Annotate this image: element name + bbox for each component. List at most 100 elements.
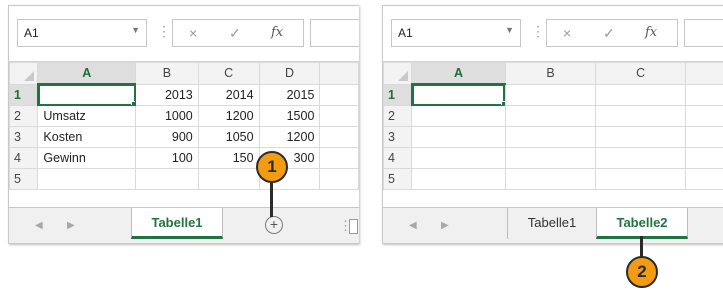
- row-header[interactable]: 3: [9, 126, 39, 148]
- formula-bar: A1 ▼ ⋮ × ✓ fx: [383, 6, 723, 62]
- tab-tabelle2[interactable]: Tabelle2: [596, 208, 688, 239]
- worksheet-grid: A B C 1 2 3 4 5: [383, 62, 723, 190]
- name-box[interactable]: A1 ▼: [391, 19, 521, 47]
- callout-2-pointer: [640, 236, 643, 258]
- cell[interactable]: [319, 105, 359, 127]
- table-row: 3 Kosten 900 1050 1200: [9, 126, 359, 148]
- table-row: 4: [383, 147, 723, 169]
- cancel-icon[interactable]: ×: [563, 25, 571, 41]
- row-header[interactable]: 1: [383, 83, 413, 106]
- cell[interactable]: [197, 168, 260, 190]
- cell[interactable]: [319, 168, 359, 190]
- chevron-down-icon[interactable]: ▼: [505, 25, 514, 35]
- cell[interactable]: [135, 168, 199, 190]
- column-header-a[interactable]: A: [37, 62, 137, 85]
- cell[interactable]: [595, 126, 687, 148]
- column-header-c[interactable]: C: [197, 62, 260, 85]
- cell[interactable]: Kosten: [37, 126, 137, 148]
- row-header[interactable]: 5: [9, 168, 39, 190]
- column-header-b[interactable]: B: [135, 62, 199, 85]
- plus-circle-icon[interactable]: +: [265, 216, 283, 234]
- cell[interactable]: [319, 126, 359, 148]
- excel-window-right: A1 ▼ ⋮ × ✓ fx A B C 1 2 3 4 5 ◀ ▶ Tabell…: [382, 5, 723, 244]
- cell[interactable]: [685, 126, 723, 148]
- column-header-a[interactable]: A: [411, 62, 506, 85]
- active-cell[interactable]: [411, 83, 506, 106]
- column-header-b[interactable]: B: [504, 62, 597, 85]
- table-row: 2: [383, 105, 723, 127]
- column-header-e[interactable]: [319, 62, 359, 85]
- row-header[interactable]: 5: [383, 168, 413, 190]
- select-all-corner[interactable]: [383, 62, 413, 85]
- cell[interactable]: [319, 83, 359, 106]
- cancel-icon[interactable]: ×: [189, 25, 197, 41]
- name-box-value: A1: [398, 26, 413, 40]
- column-header-c[interactable]: C: [595, 62, 687, 85]
- excel-window-left: A1 ▼ ⋮ × ✓ fx A B C D 1 2013 2014 2015 2…: [8, 5, 359, 244]
- cell[interactable]: 1200: [197, 105, 260, 127]
- table-row: 2 Umsatz 1000 1200 1500: [9, 105, 359, 127]
- scrollbar-handle[interactable]: [349, 219, 358, 234]
- next-sheet-icon[interactable]: ▶: [67, 220, 75, 231]
- cell[interactable]: [37, 168, 137, 190]
- cell[interactable]: [504, 105, 597, 127]
- cell[interactable]: [595, 168, 687, 190]
- worksheet-grid: A B C D 1 2013 2014 2015 2 Umsatz 1000 1…: [9, 62, 359, 190]
- cell[interactable]: 1000: [135, 105, 199, 127]
- cell[interactable]: [411, 147, 506, 169]
- vertical-dots-icon: ⋮: [157, 23, 171, 39]
- cell[interactable]: [685, 147, 723, 169]
- cell[interactable]: [504, 147, 597, 169]
- select-all-corner[interactable]: [9, 62, 39, 85]
- formula-input[interactable]: [310, 19, 359, 47]
- cell[interactable]: 2014: [197, 83, 260, 106]
- cell[interactable]: 1200: [258, 126, 321, 148]
- check-icon[interactable]: ✓: [603, 25, 615, 42]
- cell[interactable]: 100: [135, 147, 199, 169]
- cell[interactable]: [504, 83, 597, 106]
- cell[interactable]: [504, 126, 597, 148]
- cell[interactable]: [319, 147, 359, 169]
- cell[interactable]: Umsatz: [37, 105, 137, 127]
- cell[interactable]: [411, 126, 506, 148]
- row-header[interactable]: 4: [383, 147, 413, 169]
- name-box-value: A1: [24, 26, 39, 40]
- cell[interactable]: Gewinn: [37, 147, 137, 169]
- row-header[interactable]: 4: [9, 147, 39, 169]
- insert-function-icon[interactable]: fx: [271, 25, 283, 40]
- cell[interactable]: [685, 83, 723, 106]
- next-sheet-icon[interactable]: ▶: [441, 220, 449, 231]
- cell[interactable]: [685, 168, 723, 190]
- tab-tabelle1[interactable]: Tabelle1: [507, 208, 596, 239]
- name-box[interactable]: A1 ▼: [17, 19, 147, 47]
- cell[interactable]: [685, 105, 723, 127]
- cell[interactable]: [504, 168, 597, 190]
- cell[interactable]: [411, 105, 506, 127]
- column-header-d[interactable]: [685, 62, 723, 85]
- check-icon[interactable]: ✓: [229, 25, 241, 42]
- row-header[interactable]: 2: [383, 105, 413, 127]
- insert-function-icon[interactable]: fx: [645, 25, 657, 40]
- tab-tabelle1[interactable]: Tabelle1: [131, 208, 223, 239]
- cell[interactable]: 1050: [197, 126, 260, 148]
- cell[interactable]: 150: [197, 147, 260, 169]
- cell[interactable]: 2013: [135, 83, 199, 106]
- cell[interactable]: 2015: [258, 83, 321, 106]
- table-row: 5: [9, 168, 359, 190]
- active-cell[interactable]: [37, 83, 137, 106]
- chevron-down-icon[interactable]: ▼: [131, 25, 140, 35]
- previous-sheet-icon[interactable]: ◀: [35, 220, 43, 231]
- previous-sheet-icon[interactable]: ◀: [409, 220, 417, 231]
- formula-input[interactable]: [684, 19, 723, 47]
- column-header-d[interactable]: D: [258, 62, 321, 85]
- cell[interactable]: [595, 105, 687, 127]
- cell[interactable]: 1500: [258, 105, 321, 127]
- cell[interactable]: [595, 147, 687, 169]
- cell[interactable]: [411, 168, 506, 190]
- row-header[interactable]: 1: [9, 83, 39, 106]
- vertical-dots-icon: ⋮: [531, 23, 545, 39]
- row-header[interactable]: 2: [9, 105, 39, 127]
- row-header[interactable]: 3: [383, 126, 413, 148]
- cell[interactable]: 900: [135, 126, 199, 148]
- cell[interactable]: [595, 83, 687, 106]
